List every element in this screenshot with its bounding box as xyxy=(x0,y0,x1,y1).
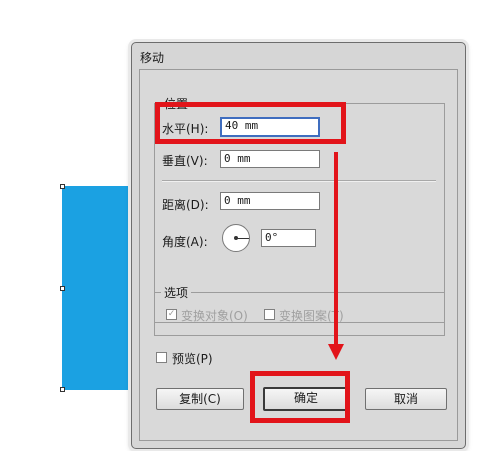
horizontal-input[interactable]: 40 mm xyxy=(220,117,320,137)
position-group-legend: 位置 xyxy=(161,95,192,112)
transform-objects-checkbox[interactable]: ✓ xyxy=(166,309,177,320)
angle-input[interactable]: 0° xyxy=(261,229,316,247)
selected-blue-rectangle[interactable] xyxy=(62,186,138,390)
selection-anchor-mid-left[interactable] xyxy=(60,286,65,291)
annotation-arrow-head xyxy=(328,344,344,360)
move-dialog: 移动 位置 水平(H): 40 mm 垂直(V): 0 mm 距离(D): 0 … xyxy=(131,42,466,449)
position-separator xyxy=(162,180,436,182)
options-group-legend: 选项 xyxy=(161,284,192,301)
transform-objects-label: 变换对象(O) xyxy=(181,309,248,323)
copy-button[interactable]: 复制(C) xyxy=(156,388,244,410)
ok-button[interactable]: 确定 xyxy=(263,387,349,411)
angle-dial-hub xyxy=(234,236,238,240)
preview-checkbox[interactable] xyxy=(156,352,167,363)
cancel-button[interactable]: 取消 xyxy=(365,388,447,410)
preview-label: 预览(P) xyxy=(172,352,213,366)
angle-dial-icon[interactable] xyxy=(222,224,250,252)
selection-anchor-top-left[interactable] xyxy=(60,184,65,189)
angle-label: 角度(A): xyxy=(162,235,208,249)
distance-input[interactable]: 0 mm xyxy=(220,192,320,210)
annotation-arrow-shaft xyxy=(334,152,338,348)
transform-patterns-checkbox[interactable] xyxy=(264,309,275,320)
distance-label: 距离(D): xyxy=(162,198,209,212)
vertical-input[interactable]: 0 mm xyxy=(220,150,320,168)
selection-anchor-bottom-left[interactable] xyxy=(60,387,65,392)
dialog-body: 位置 水平(H): 40 mm 垂直(V): 0 mm 距离(D): 0 mm … xyxy=(139,69,458,441)
horizontal-label: 水平(H): xyxy=(162,122,209,136)
vertical-label: 垂直(V): xyxy=(162,154,208,168)
dialog-title: 移动 xyxy=(140,51,165,65)
